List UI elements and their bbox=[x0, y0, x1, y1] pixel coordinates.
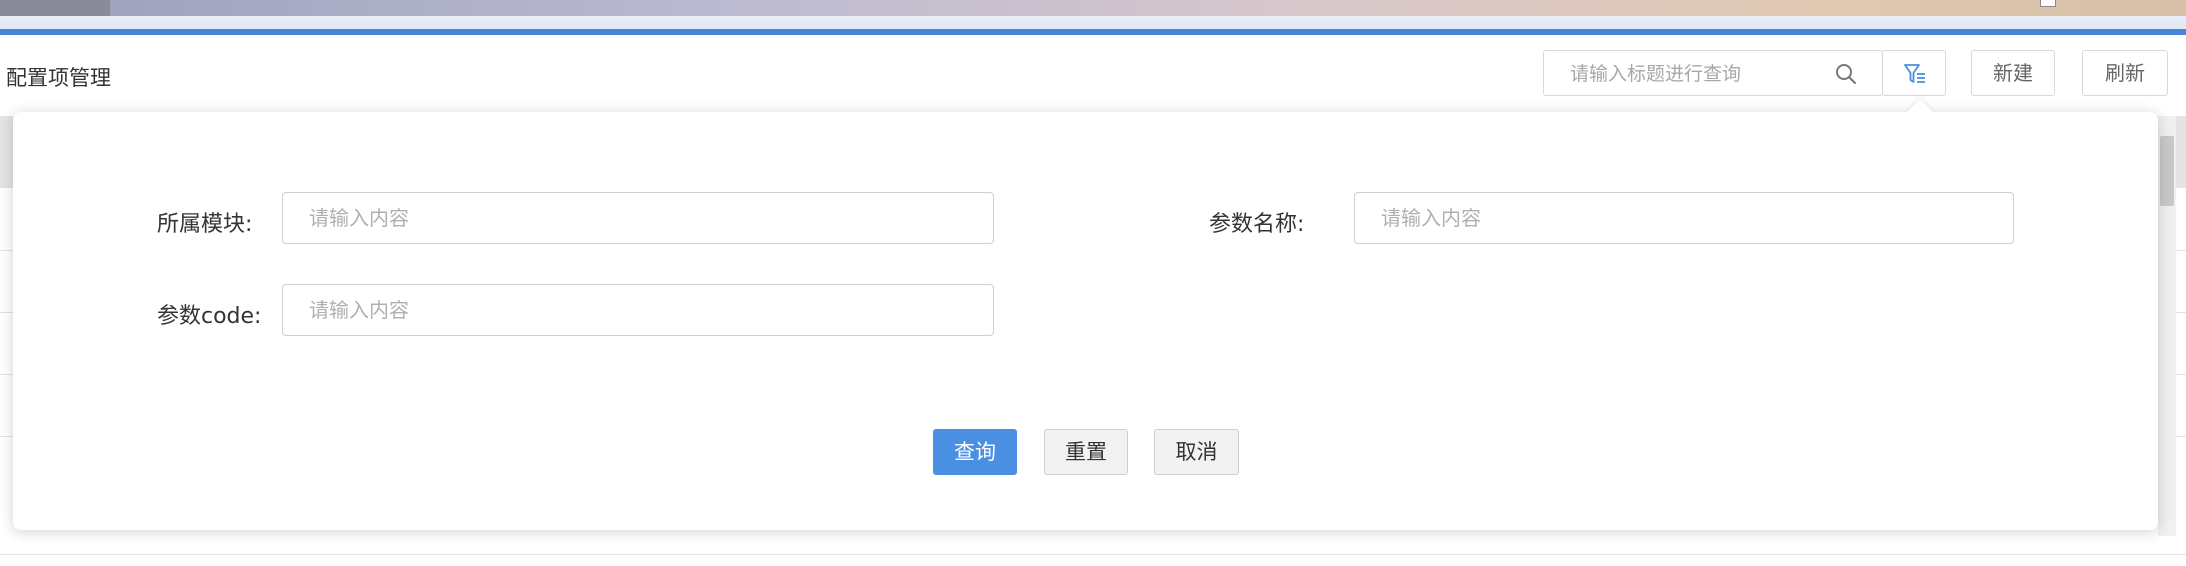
reset-button[interactable]: 重置 bbox=[1044, 429, 1128, 475]
table-scrollbar[interactable] bbox=[2158, 116, 2176, 536]
query-button[interactable]: 查询 bbox=[933, 429, 1017, 475]
search-icon[interactable] bbox=[1834, 62, 1858, 86]
filter-panel: 所属模块: 参数名称: 参数code: 查询 重置 取消 bbox=[13, 112, 2158, 530]
module-label: 所属模块: bbox=[157, 212, 253, 237]
browser-top-strip bbox=[0, 0, 2186, 16]
header-accent-line bbox=[0, 29, 2186, 35]
refresh-button[interactable]: 刷新 bbox=[2082, 50, 2168, 96]
param-name-input[interactable] bbox=[1354, 192, 2014, 244]
page-title: 配置项管理 bbox=[6, 66, 111, 90]
param-code-label: 参数code: bbox=[157, 304, 262, 329]
new-button[interactable]: 新建 bbox=[1971, 50, 2055, 96]
window-control-icon bbox=[2040, 0, 2056, 7]
cancel-button[interactable]: 取消 bbox=[1154, 429, 1239, 475]
search-box[interactable] bbox=[1543, 50, 1883, 97]
filter-icon bbox=[1904, 64, 1925, 83]
table-row-divider bbox=[0, 554, 2186, 555]
module-input[interactable] bbox=[282, 192, 994, 244]
top-strip-dark-block bbox=[0, 0, 110, 16]
param-code-input[interactable] bbox=[282, 284, 994, 336]
search-input[interactable] bbox=[1568, 51, 1832, 97]
param-name-label: 参数名称: bbox=[1209, 212, 1305, 237]
filter-button[interactable] bbox=[1882, 50, 1946, 96]
scrollbar-thumb[interactable] bbox=[2160, 136, 2174, 206]
